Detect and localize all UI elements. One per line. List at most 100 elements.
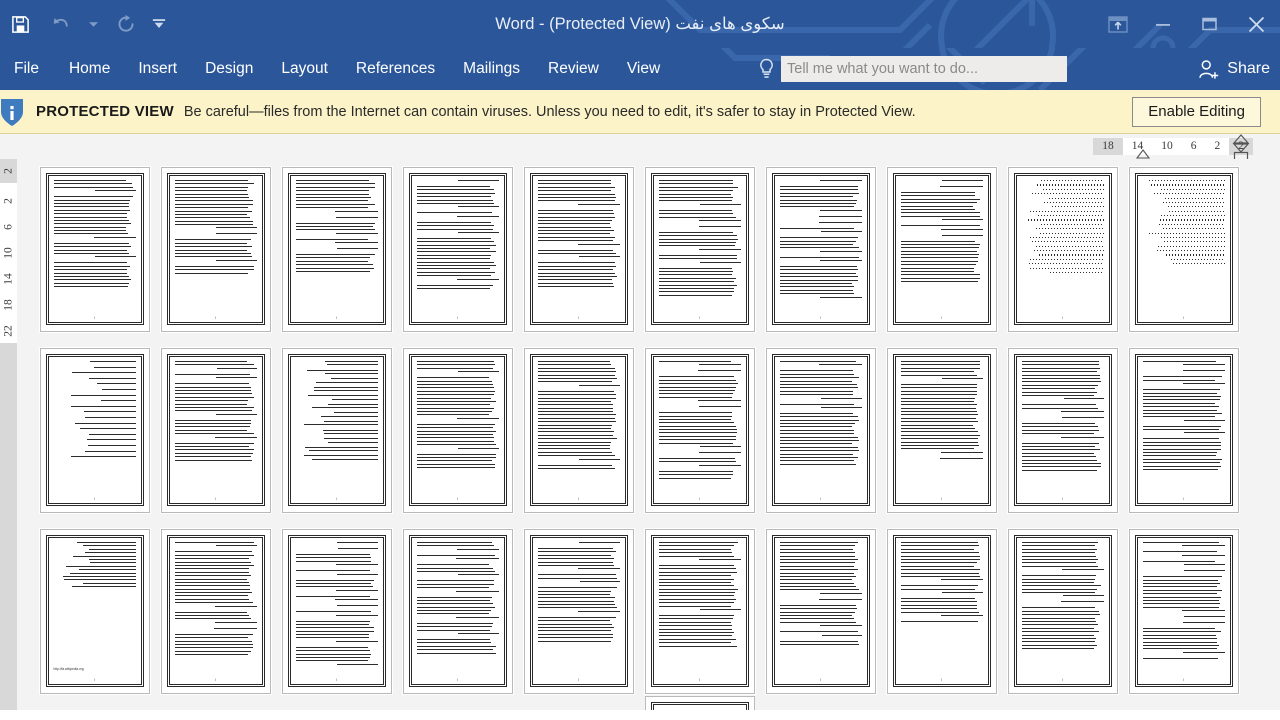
tab-mailings[interactable]: Mailings	[449, 48, 534, 90]
page-number: ۱	[819, 315, 822, 320]
tab-home[interactable]: Home	[55, 48, 124, 90]
page-thumbnail[interactable]: ۱	[644, 167, 755, 332]
page-thumbnail-slot: ۱	[1123, 340, 1244, 521]
page-footer-link: http://fa.wikipedia.org	[53, 667, 84, 671]
tab-references[interactable]: References	[342, 48, 449, 90]
save-button[interactable]	[0, 4, 40, 44]
page-thumbnail[interactable]: http://fa.wikipedia.org ۱	[39, 529, 150, 694]
page-number: ۱	[93, 677, 96, 682]
minimize-button[interactable]	[1140, 6, 1186, 42]
page-thumbnail[interactable]: ۱	[765, 529, 876, 694]
page-thumbnail[interactable]: ۱	[886, 529, 997, 694]
page-content: http://fa.wikipedia.org	[652, 704, 747, 710]
page-thumbnail-slot: ۱	[1002, 521, 1123, 702]
page-thumbnail[interactable]: ۱	[886, 348, 997, 513]
partial-page-row[interactable]: http://fa.wikipedia.org	[34, 688, 1266, 710]
right-indent-marker[interactable]	[1232, 134, 1250, 161]
page-thumbnail[interactable]: ۱	[402, 529, 513, 694]
page-thumbnail[interactable]: ۱	[39, 348, 150, 513]
partial-page-spacer	[518, 688, 639, 710]
ribbon-tabs: File Home Insert Design Layout Reference…	[0, 48, 674, 90]
page-content: ۱	[773, 356, 868, 504]
page-thumbnail-slot: ۱	[639, 340, 760, 521]
page-content: ۱	[289, 356, 384, 504]
tab-review[interactable]: Review	[534, 48, 613, 90]
tab-view[interactable]: View	[613, 48, 674, 90]
page-thumbnail[interactable]: ۱	[1007, 167, 1118, 332]
page-border-outer: ۱	[166, 535, 265, 687]
page-thumbnail-grid[interactable]: ۱ ۱ ۱ ۱ ۱ ۱ ۱ ۱ ۱ ۱ ۱ ۱ ۱ ۱ ۱ ۱ ۱ ۱ ۱ ۱ http://fa.wikipedia.…	[34, 159, 1266, 702]
page-thumbnail[interactable]: ۱	[281, 348, 392, 513]
page-text-block	[537, 542, 620, 642]
ribbon-display-options-button[interactable]	[1096, 6, 1140, 42]
page-thumbnail[interactable]: ۱	[1128, 348, 1239, 513]
page-number: ۱	[335, 315, 338, 320]
page-border-outer: ۱	[166, 173, 265, 325]
undo-dropdown-button[interactable]	[80, 4, 106, 44]
page-thumbnail-slot: ۱	[881, 159, 1002, 340]
page-content: ۱	[652, 537, 747, 685]
partial-page-slot: http://fa.wikipedia.org	[639, 688, 760, 710]
page-thumbnail[interactable]: ۱	[281, 167, 392, 332]
page-thumbnail[interactable]: ۱	[1128, 529, 1239, 694]
partial-page-spacer	[34, 688, 155, 710]
page-thumbnail[interactable]: http://fa.wikipedia.org	[644, 696, 755, 710]
close-button[interactable]	[1232, 6, 1280, 42]
vruler-tick: 18	[2, 299, 15, 311]
share-button[interactable]: Share	[1186, 48, 1280, 90]
page-text-block	[537, 180, 620, 288]
title-bar: سکوی های نفت (Protected View) - Word	[0, 0, 1280, 48]
page-thumbnail[interactable]: ۱	[160, 167, 271, 332]
page-number: ۱	[335, 677, 338, 682]
horizontal-ruler[interactable]: 18 14 10 6 2 2	[1093, 138, 1253, 159]
page-border-outer: ۱	[1013, 173, 1112, 325]
restore-button[interactable]	[1186, 6, 1232, 42]
page-thumbnail-slot: ۱	[760, 159, 881, 340]
page-text-block	[174, 542, 257, 656]
page-number: ۱	[456, 496, 459, 501]
page-border-outer: ۱	[650, 535, 749, 687]
page-number: ۱	[214, 677, 217, 682]
page-thumbnail[interactable]: ۱	[160, 348, 271, 513]
page-thumbnail[interactable]: ۱	[644, 529, 755, 694]
page-thumbnail[interactable]: ۱	[39, 167, 150, 332]
page-thumbnail-slot: ۱	[397, 521, 518, 702]
page-text-block	[1142, 542, 1225, 659]
page-thumbnail-slot: http://fa.wikipedia.org ۱	[34, 521, 155, 702]
page-thumbnail[interactable]: ۱	[402, 167, 513, 332]
document-canvas[interactable]: 2 2 6 10 14 18 22 ۱ ۱ ۱ ۱ ۱ ۱ ۱ ۱ ۱ ۱ ۱ ۱ ۱ ۱ ۱ ۱ ۱ ۱ ۱ ۱ ht…	[0, 159, 1280, 710]
page-number: ۱	[940, 677, 943, 682]
page-thumbnail[interactable]: ۱	[765, 348, 876, 513]
page-border-outer: ۱	[1013, 354, 1112, 506]
page-thumbnail[interactable]: ۱	[281, 529, 392, 694]
page-thumbnail[interactable]: ۱	[1128, 167, 1239, 332]
page-content: ۱	[531, 356, 626, 504]
page-number: ۱	[1061, 677, 1064, 682]
page-thumbnail[interactable]: ۱	[402, 348, 513, 513]
page-thumbnail[interactable]: ۱	[160, 529, 271, 694]
page-thumbnail[interactable]: ۱	[1007, 529, 1118, 694]
page-thumbnail-slot: ۱	[760, 340, 881, 521]
page-border-outer: ۱	[529, 173, 628, 325]
tab-design[interactable]: Design	[191, 48, 267, 90]
page-border-outer: ۱	[408, 535, 507, 687]
page-thumbnail[interactable]: ۱	[644, 348, 755, 513]
tab-layout[interactable]: Layout	[267, 48, 342, 90]
ruler-tick: 6	[1190, 140, 1197, 152]
undo-button[interactable]	[40, 4, 80, 44]
page-thumbnail[interactable]: ۱	[886, 167, 997, 332]
page-thumbnail[interactable]: ۱	[523, 348, 634, 513]
tab-file[interactable]: File	[0, 48, 55, 90]
page-thumbnail[interactable]: ۱	[523, 529, 634, 694]
redo-button[interactable]	[106, 4, 146, 44]
tab-insert[interactable]: Insert	[124, 48, 191, 90]
enable-editing-button[interactable]: Enable Editing	[1132, 96, 1261, 127]
page-text-block	[658, 542, 741, 647]
tell-me-input[interactable]	[781, 56, 1067, 82]
page-thumbnail[interactable]: ۱	[765, 167, 876, 332]
undo-icon	[53, 18, 68, 27]
page-text-block	[54, 542, 136, 588]
customize-qat-button[interactable]	[146, 4, 172, 44]
page-thumbnail[interactable]: ۱	[523, 167, 634, 332]
page-thumbnail[interactable]: ۱	[1007, 348, 1118, 513]
